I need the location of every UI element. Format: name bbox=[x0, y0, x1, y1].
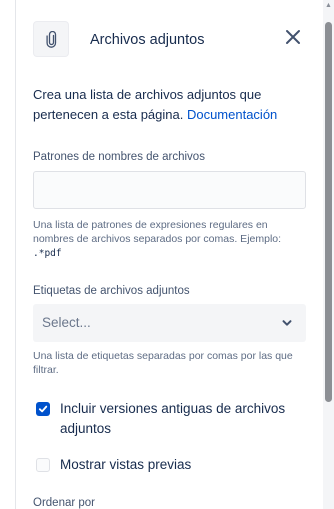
check-icon bbox=[38, 405, 48, 413]
panel-divider bbox=[15, 0, 16, 509]
panel-title: Archivos adjuntos bbox=[90, 32, 205, 48]
old-versions-checkbox[interactable] bbox=[36, 402, 50, 416]
panel-description: Crea una lista de archivos adjuntos que … bbox=[33, 85, 308, 125]
scrollbar-thumb[interactable] bbox=[325, 22, 332, 402]
chevron-down-icon bbox=[282, 320, 292, 326]
patterns-help: Una lista de patrones de expresiones reg… bbox=[33, 218, 307, 261]
close-icon bbox=[286, 30, 300, 44]
previews-label: Mostrar vistas previas bbox=[60, 457, 192, 472]
scroll-up-arrow-icon[interactable]: ▲ bbox=[323, 1, 334, 11]
attachment-labels-help: Una lista de etiquetas separadas por com… bbox=[33, 350, 293, 376]
patterns-help-example: .*pdf bbox=[33, 248, 62, 259]
previews-checkbox[interactable] bbox=[36, 458, 50, 472]
panel-header: Archivos adjuntos bbox=[33, 21, 308, 61]
patterns-label: Patrones de nombres de archivos bbox=[33, 151, 205, 163]
select-placeholder: Select... bbox=[42, 315, 91, 330]
paperclip-icon bbox=[46, 31, 57, 48]
close-button[interactable] bbox=[281, 25, 305, 49]
attachments-config-panel: Archivos adjuntos Crea una lista de arch… bbox=[0, 0, 334, 509]
scrollbar[interactable]: ▲ bbox=[323, 0, 334, 509]
sort-by-label: Ordenar por bbox=[33, 497, 96, 509]
attachment-labels-label: Etiquetas de archivos adjuntos bbox=[33, 285, 190, 297]
patterns-input[interactable] bbox=[33, 171, 306, 209]
old-versions-label: Incluir versiones antiguas de archivos a… bbox=[60, 401, 286, 436]
patterns-help-text: Una lista de patrones de expresiones reg… bbox=[33, 219, 282, 245]
macro-icon-tile bbox=[33, 21, 69, 57]
documentation-link[interactable]: Documentación bbox=[187, 107, 277, 122]
attachment-labels-select[interactable]: Select... bbox=[33, 304, 306, 342]
